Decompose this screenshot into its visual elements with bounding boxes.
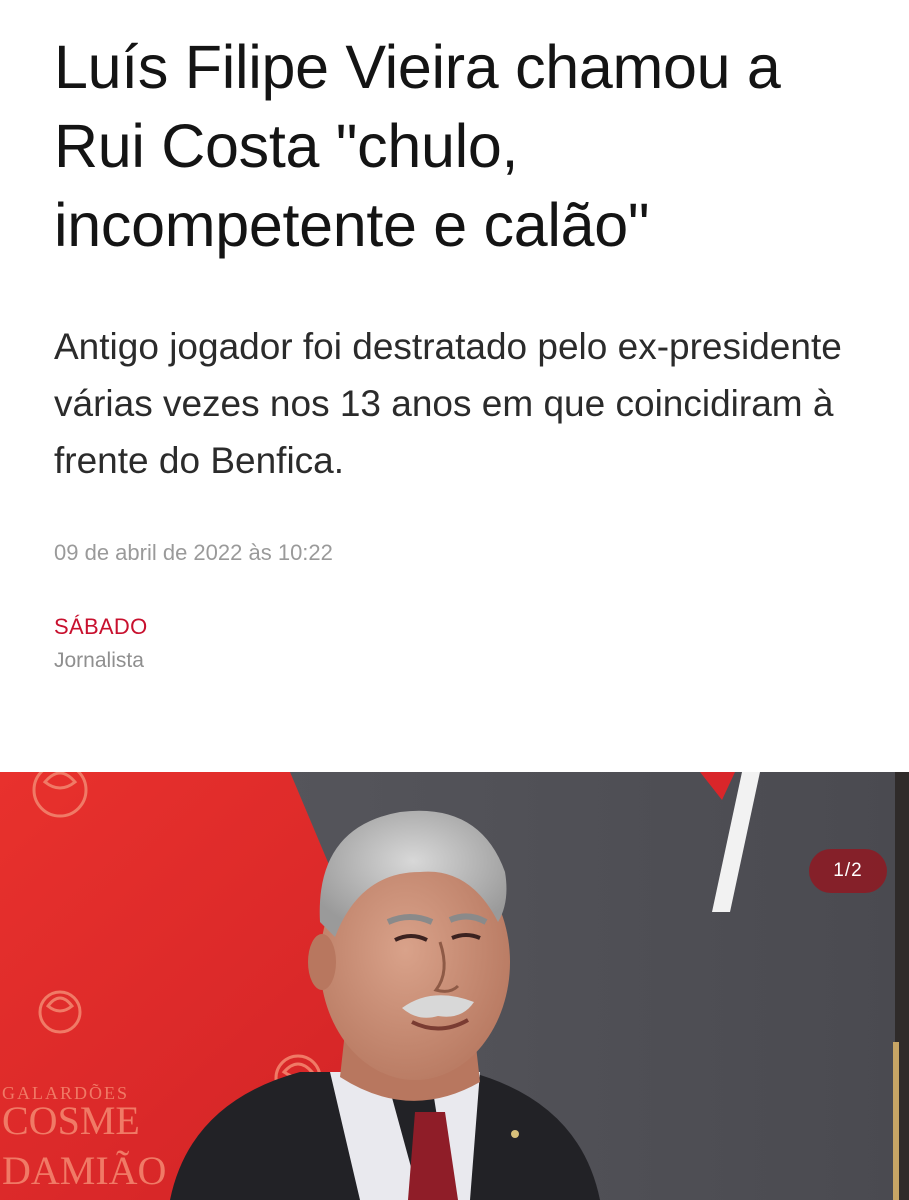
article: Luís Filipe Vieira chamou a Rui Costa "c… xyxy=(0,0,909,1200)
author-role: Jornalista xyxy=(54,649,144,672)
article-subtitle: Antigo jogador foi destratado pelo ex-pr… xyxy=(54,326,842,481)
publish-date: 09 de abril de 2022 às 10:22 xyxy=(54,540,333,565)
wall-text-2: COSME xyxy=(2,1098,140,1143)
wall-text-3: DAMIÃO xyxy=(2,1148,166,1193)
photo-gallery[interactable]: GALARDÕES COSME DAMIÃO 1/2 xyxy=(0,772,909,1200)
author-source-link[interactable]: SÁBADO xyxy=(54,614,148,640)
gallery-counter[interactable]: 1/2 xyxy=(809,849,887,893)
article-headline: Luís Filipe Vieira chamou a Rui Costa "c… xyxy=(54,33,781,259)
gallery-photo: GALARDÕES COSME DAMIÃO xyxy=(0,772,909,1200)
